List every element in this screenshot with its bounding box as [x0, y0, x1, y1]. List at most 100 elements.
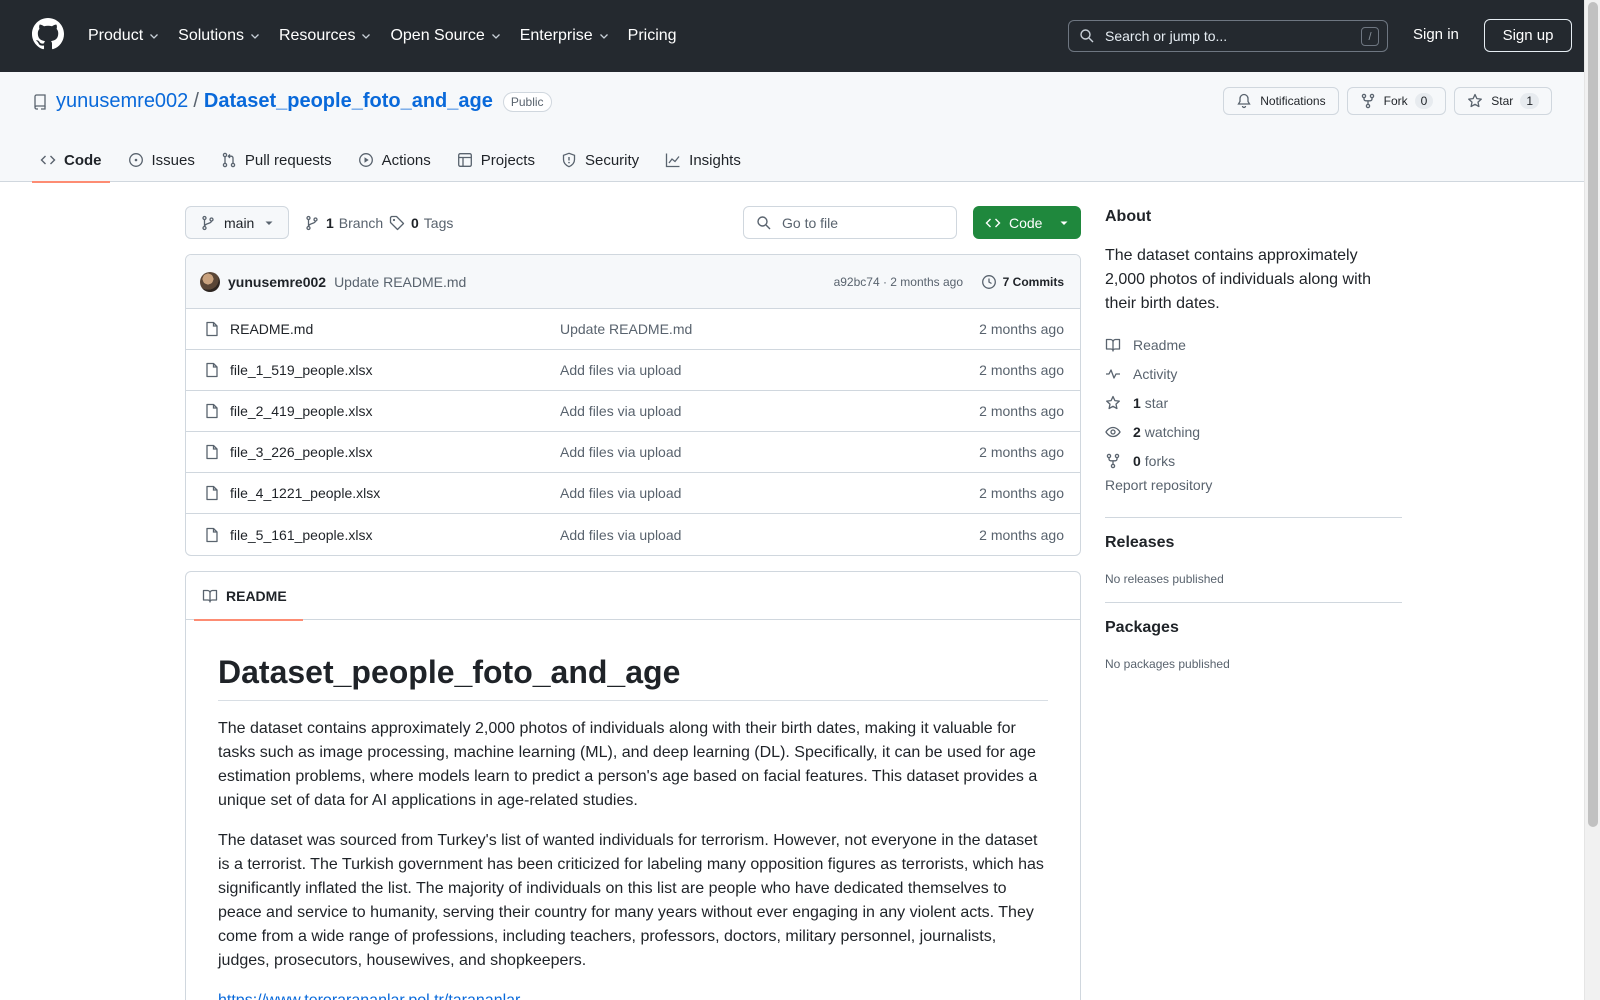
- packages-empty-text: No packages published: [1105, 657, 1230, 671]
- repo-name-link[interactable]: Dataset_people_foto_and_age: [204, 90, 493, 113]
- nav-enterprise[interactable]: Enterprise: [520, 27, 610, 45]
- readme-panel: README Dataset_people_foto_and_age The d…: [185, 571, 1081, 1000]
- tab-insights[interactable]: Insights: [657, 138, 749, 182]
- tab-pull-requests[interactable]: Pull requests: [213, 138, 340, 182]
- repo-owner-link[interactable]: yunusemre002: [56, 90, 188, 113]
- code-icon: [40, 155, 56, 165]
- table-row: file_2_419_people.xlsx Add files via upl…: [186, 391, 1080, 432]
- file-commit-message-link[interactable]: Add files via upload: [560, 485, 681, 501]
- readme-source-link[interactable]: https://www.terorarananlar.pol.tr/tarana…: [218, 992, 520, 1000]
- pull-request-icon: [222, 152, 236, 168]
- file-name-link[interactable]: file_4_1221_people.xlsx: [230, 485, 380, 501]
- github-logo-icon[interactable]: [32, 18, 64, 50]
- shield-icon: [562, 152, 576, 168]
- branch-count-label: Branch: [338, 215, 384, 231]
- file-name-link[interactable]: file_5_161_people.xlsx: [230, 527, 372, 543]
- table-row: file_1_519_people.xlsx Add files via upl…: [186, 350, 1080, 391]
- branch-selector[interactable]: main: [185, 206, 289, 239]
- nav-open-source-label: Open Source: [390, 27, 485, 44]
- report-repository-link[interactable]: Report repository: [1105, 477, 1402, 501]
- file-list: yunusemre002 Update README.md a92bc74 · …: [185, 254, 1081, 556]
- caret-down-icon: [265, 221, 273, 225]
- search-shortcut-key: /: [1361, 27, 1379, 46]
- tag-count: 0: [411, 215, 419, 231]
- file-icon: [206, 321, 218, 337]
- commit-message-link[interactable]: Update README.md: [334, 274, 466, 290]
- repo-icon: [34, 93, 46, 110]
- nav-resources-label: Resources: [278, 27, 356, 44]
- scrollbar-thumb[interactable]: [1588, 2, 1598, 827]
- table-row: file_5_161_people.xlsx Add files via upl…: [186, 514, 1080, 555]
- file-commit-message-link[interactable]: Add files via upload: [560, 527, 681, 543]
- watchers-link[interactable]: 2 watching: [1105, 417, 1402, 446]
- tags-link[interactable]: 0 Tags: [389, 215, 453, 231]
- repo-path-separator: /: [193, 90, 199, 112]
- nav-resources[interactable]: Resources: [279, 27, 372, 45]
- go-to-file-input[interactable]: Go to file: [743, 206, 957, 239]
- sign-in-link[interactable]: Sign in: [1413, 26, 1459, 43]
- nav-open-source[interactable]: Open Source: [390, 27, 501, 45]
- file-commit-age: 2 months ago: [979, 485, 1064, 501]
- tab-insights-label: Insights: [689, 151, 741, 169]
- branch-name: main: [224, 214, 255, 231]
- file-name-link[interactable]: README.md: [230, 321, 313, 337]
- nav-pricing[interactable]: Pricing: [628, 27, 677, 45]
- book-icon: [1105, 338, 1121, 352]
- code-dropdown-button[interactable]: Code: [973, 206, 1081, 239]
- packages-heading[interactable]: Packages: [1105, 619, 1402, 637]
- commit-sha-time[interactable]: a92bc74 · 2 months ago: [834, 275, 963, 289]
- tab-code-label: Code: [64, 151, 102, 169]
- forks-link[interactable]: 0 forks: [1105, 446, 1402, 475]
- tab-readme[interactable]: README: [194, 572, 303, 621]
- readme-title: Dataset_people_foto_and_age: [218, 652, 1048, 701]
- fork-button[interactable]: Fork 0: [1346, 87, 1447, 115]
- about-sidebar: About The dataset contains approximately…: [1105, 208, 1402, 671]
- page-scrollbar[interactable]: [1584, 0, 1600, 1000]
- stars-link[interactable]: 1 star: [1105, 388, 1402, 417]
- branches-link[interactable]: 1 Branch: [304, 215, 383, 231]
- nav-solutions[interactable]: Solutions: [178, 27, 261, 45]
- visibility-badge: Public: [502, 91, 552, 112]
- activity-link[interactable]: Activity: [1105, 359, 1402, 388]
- file-name-link[interactable]: file_2_419_people.xlsx: [230, 403, 372, 419]
- readme-link[interactable]: Readme: [1105, 330, 1402, 359]
- notifications-button[interactable]: Notifications: [1223, 87, 1339, 115]
- releases-heading[interactable]: Releases: [1105, 534, 1402, 552]
- search-placeholder: Search or jump to...: [1105, 28, 1228, 44]
- file-commit-message-link[interactable]: Add files via upload: [560, 403, 681, 419]
- tab-security[interactable]: Security: [553, 138, 647, 182]
- watching-count: 2: [1133, 423, 1141, 440]
- book-icon: [202, 589, 218, 603]
- nav-product[interactable]: Product: [88, 27, 160, 45]
- tab-code[interactable]: Code: [32, 138, 110, 183]
- code-icon: [985, 218, 1001, 227]
- file-commit-message-link[interactable]: Add files via upload: [560, 362, 681, 378]
- tab-actions-label: Actions: [381, 151, 431, 169]
- tab-issues[interactable]: Issues: [120, 138, 203, 182]
- readme-paragraph: The dataset contains approximately 2,000…: [218, 720, 1038, 809]
- tab-actions[interactable]: Actions: [350, 138, 439, 182]
- search-icon: [757, 215, 771, 229]
- sign-up-button[interactable]: Sign up: [1484, 19, 1572, 52]
- chevron-down-icon: [362, 34, 371, 39]
- star-button[interactable]: Star 1: [1454, 87, 1552, 115]
- file-commit-message-link[interactable]: Add files via upload: [560, 444, 681, 460]
- readme-link-label: Readme: [1133, 336, 1186, 353]
- star-icon: [1468, 93, 1483, 108]
- table-row: README.md Update README.md 2 months ago: [186, 309, 1080, 350]
- play-icon: [358, 153, 373, 167]
- activity-link-label: Activity: [1133, 365, 1178, 382]
- file-commit-message-link[interactable]: Update README.md: [560, 321, 692, 337]
- commits-history-link[interactable]: 7 Commits: [981, 274, 1064, 290]
- tab-projects[interactable]: Projects: [449, 138, 543, 182]
- file-name-link[interactable]: file_3_226_people.xlsx: [230, 444, 372, 460]
- commit-author-link[interactable]: yunusemre002: [228, 274, 326, 290]
- search-input[interactable]: Search or jump to... /: [1068, 20, 1388, 52]
- nav-product-label: Product: [88, 27, 144, 44]
- file-name-link[interactable]: file_1_519_people.xlsx: [230, 362, 372, 378]
- avatar[interactable]: [200, 271, 220, 292]
- fork-count: 0: [1414, 93, 1434, 109]
- chevron-down-icon: [251, 34, 259, 39]
- file-commit-age: 2 months ago: [979, 526, 1064, 543]
- chevron-down-icon: [491, 34, 500, 39]
